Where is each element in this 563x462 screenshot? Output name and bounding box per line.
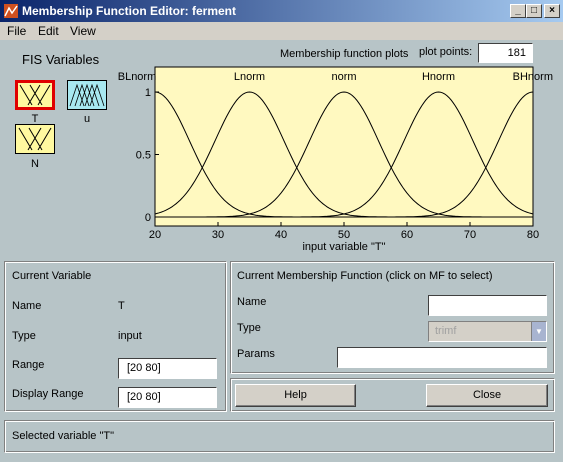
plot-area xyxy=(154,66,534,227)
y-tick-label: 0.5 xyxy=(136,150,151,162)
mf-label-norm: norm xyxy=(331,71,356,83)
x-tick-label: 50 xyxy=(338,229,350,241)
mf-name-input[interactable] xyxy=(428,295,547,316)
membership-function-plot[interactable]: 20 30 40 50 60 70 80 0 0.5 1 input variable "T" BLn… xyxy=(0,0,563,262)
x-axis-label: input variable "T" xyxy=(302,241,385,253)
mf-params-label: Params xyxy=(237,348,275,360)
range-input[interactable]: [20 80] xyxy=(118,358,217,379)
cv-display-range-label: Display Range xyxy=(12,388,84,400)
x-tick-label: 70 xyxy=(464,229,476,241)
x-tick-label: 80 xyxy=(527,229,539,241)
y-tick-label: 1 xyxy=(145,87,151,99)
x-tick-label: 20 xyxy=(149,229,161,241)
x-tick-label: 60 xyxy=(401,229,413,241)
mf-type-value: trimf xyxy=(435,325,457,337)
mf-label-bhnorm: BHnorm xyxy=(513,71,553,83)
mf-params-input[interactable] xyxy=(337,347,547,368)
mf-label-hnorm: Hnorm xyxy=(422,71,455,83)
cv-name-label: Name xyxy=(12,300,42,312)
cv-type-label: Type xyxy=(12,330,36,342)
current-mf-title: Current Membership Function (click on MF… xyxy=(237,270,493,282)
cv-range-label: Range xyxy=(12,359,45,371)
cv-type-value: input xyxy=(118,330,142,342)
mf-name-label: Name xyxy=(237,296,267,308)
mf-label-lnorm: Lnorm xyxy=(234,71,265,83)
mf-type-dropdown[interactable]: trimf ▼ xyxy=(428,321,547,342)
x-tick-label: 40 xyxy=(275,229,287,241)
help-button[interactable]: Help xyxy=(235,384,356,407)
cv-name-value: T xyxy=(118,300,125,312)
chevron-down-icon[interactable]: ▼ xyxy=(531,322,546,341)
x-tick-label: 30 xyxy=(212,229,224,241)
display-range-input[interactable]: [20 80] xyxy=(118,387,217,408)
current-variable-title: Current Variable xyxy=(12,270,92,282)
mf-label-blnorm: BLnorm xyxy=(118,71,157,83)
mf-type-label: Type xyxy=(237,322,261,334)
y-tick-label: 0 xyxy=(145,212,151,224)
status-text: Selected variable "T" xyxy=(12,430,114,442)
close-button[interactable]: Close xyxy=(426,384,548,407)
